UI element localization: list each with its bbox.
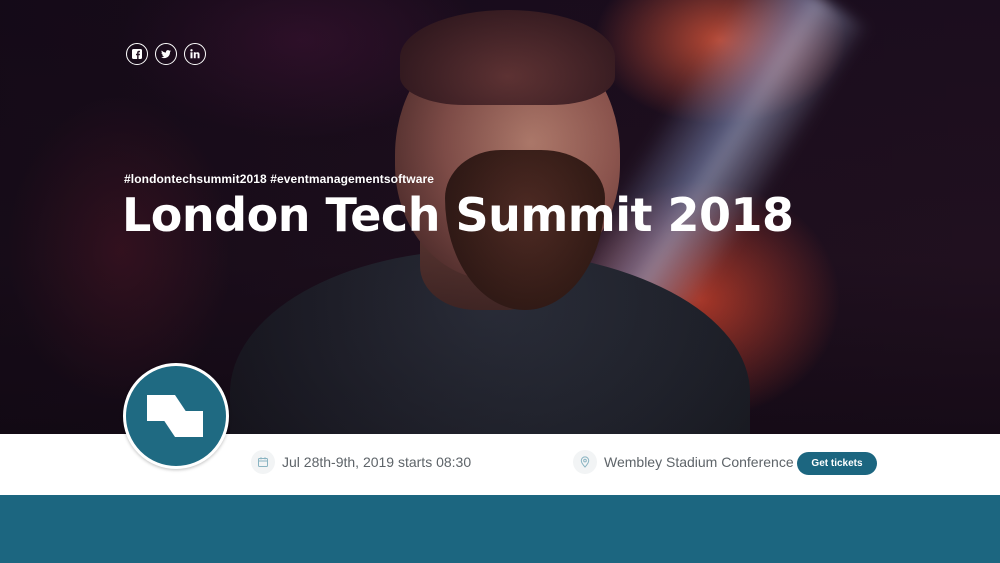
brand-logo-icon xyxy=(147,395,203,437)
location-pin-icon xyxy=(573,450,597,474)
facebook-link[interactable] xyxy=(126,43,148,65)
event-venue: Wembley Stadium Conference xyxy=(573,450,794,474)
organizer-logo xyxy=(123,363,229,469)
event-title: London Tech Summit 2018 xyxy=(122,188,794,242)
event-hashtags: #londontechsummit2018 #eventmanagementso… xyxy=(124,172,435,186)
calendar-icon xyxy=(251,450,275,474)
linkedin-icon xyxy=(190,49,200,59)
event-date: Jul 28th-9th, 2019 starts 08:30 xyxy=(251,450,471,474)
event-date-text: Jul 28th-9th, 2019 starts 08:30 xyxy=(282,454,472,470)
facebook-icon xyxy=(132,49,142,59)
content-band xyxy=(0,495,1000,563)
twitter-link[interactable] xyxy=(155,43,177,65)
linkedin-link[interactable] xyxy=(184,43,206,65)
get-tickets-button[interactable]: Get tickets xyxy=(797,452,877,475)
event-venue-text: Wembley Stadium Conference xyxy=(604,454,794,470)
twitter-icon xyxy=(161,50,171,59)
social-links xyxy=(126,43,206,65)
